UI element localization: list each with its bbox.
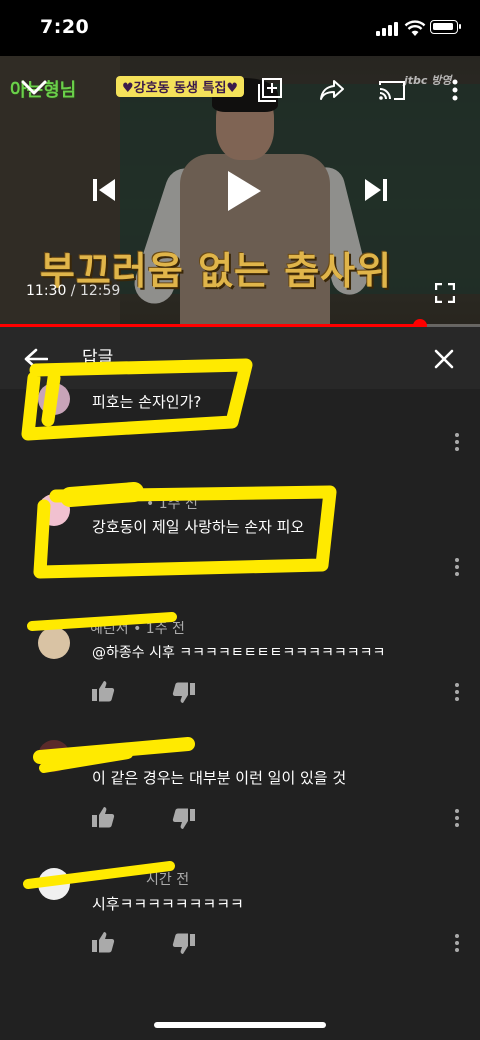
dislike-icon[interactable]	[171, 680, 197, 706]
comment-more-icon[interactable]	[448, 803, 466, 833]
comment-item: 혜린서 • 1주 전 @하종수 시후 ㅋㅋㅋㅋㅌㅌㅌㅌㅋㅋㅋㅋㅋㅋㅋㅋ	[0, 615, 480, 715]
comment-item: • 1주 전 강호동이 제일 사랑하는 손자 피오	[0, 490, 480, 600]
skip-next-icon[interactable]	[358, 172, 394, 208]
share-icon[interactable]	[316, 74, 348, 106]
like-icon[interactable]	[90, 804, 116, 830]
comment-text: 강호동이 제일 사랑하는 손자 피오	[92, 518, 305, 536]
dislike-icon[interactable]	[171, 806, 197, 832]
avatar[interactable]	[38, 868, 70, 900]
cellular-signal-icon	[376, 22, 398, 36]
comment-meta: 혜린서 • 1주 전	[90, 621, 185, 637]
avatar[interactable]	[38, 494, 70, 526]
comment-more-icon[interactable]	[448, 552, 466, 582]
episode-tag: ♥강호동 동생 특집♥	[116, 76, 245, 97]
comment-text: 이 같은 경우는 대부분 이런 일이 있을 것	[92, 769, 347, 787]
replies-header: 답글	[0, 327, 480, 389]
playlist-add-icon[interactable]	[254, 74, 286, 106]
video-player[interactable]: 아는형님 ♥강호동 동생 특집♥ jtbc 방영 부끄러움 없는 춤사위 11:…	[0, 56, 480, 326]
play-icon[interactable]	[218, 164, 270, 218]
back-arrow-icon[interactable]	[20, 343, 52, 375]
like-icon[interactable]	[90, 929, 116, 955]
like-icon[interactable]	[90, 678, 116, 704]
status-bar: 7:20	[0, 0, 480, 56]
wifi-icon	[404, 20, 426, 36]
comment-more-icon[interactable]	[448, 677, 466, 707]
comment-item: 이 같은 경우는 대부분 이런 일이 있을 것	[0, 740, 480, 840]
comment-more-icon[interactable]	[448, 928, 466, 958]
comment-text: @하종수 시후 ㅋㅋㅋㅋㅌㅌㅌㅌㅋㅋㅋㅋㅋㅋㅋㅋ	[92, 645, 386, 661]
duration: 12:59	[79, 283, 121, 299]
current-time: 11:30	[26, 283, 67, 299]
panel-title: 답글	[82, 348, 114, 368]
avatar[interactable]	[38, 627, 70, 659]
dislike-icon[interactable]	[171, 931, 197, 957]
comment-meta: • 1주 전	[146, 496, 198, 512]
comment-meta: 시간 전	[146, 872, 190, 888]
comment-text: 피호는 손자인가?	[92, 393, 202, 411]
skip-previous-icon[interactable]	[86, 172, 122, 208]
chevron-down-icon[interactable]	[18, 72, 50, 104]
video-timecode: 11:30 / 12:59	[26, 283, 121, 299]
avatar[interactable]	[38, 383, 70, 415]
comment-item: 시간 전 시후ㅋㅋㅋㅋㅋㅋㅋㅋㅋ	[0, 866, 480, 966]
avatar[interactable]	[38, 740, 70, 772]
home-indicator	[154, 1022, 326, 1028]
comment-text: 시후ㅋㅋㅋㅋㅋㅋㅋㅋㅋ	[92, 895, 244, 913]
fullscreen-icon[interactable]	[430, 278, 460, 308]
close-icon[interactable]	[428, 343, 460, 375]
cast-icon[interactable]	[376, 74, 408, 106]
comment-more-icon[interactable]	[448, 427, 466, 457]
status-time: 7:20	[40, 16, 90, 38]
battery-icon	[430, 20, 461, 34]
comment-item: 피호는 손자인가?	[0, 383, 480, 467]
more-vert-icon[interactable]	[442, 74, 468, 106]
